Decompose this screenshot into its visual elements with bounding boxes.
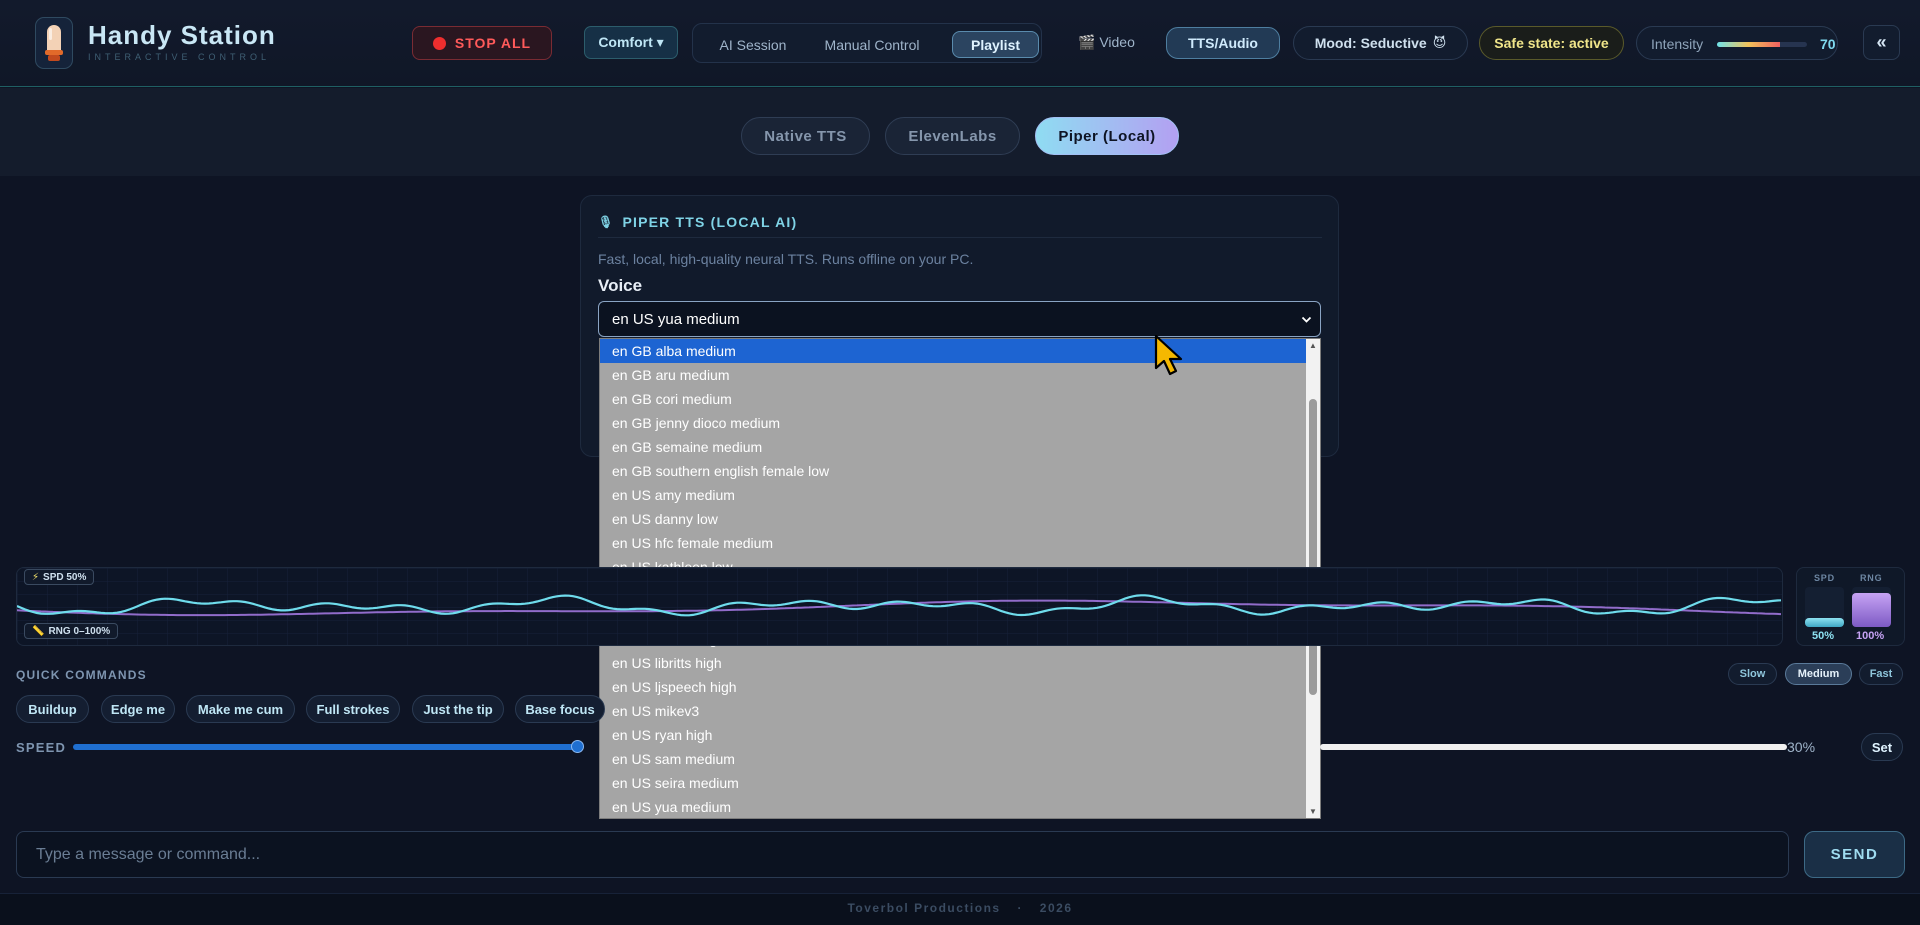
spd-meter-label: SPD [1814, 573, 1835, 583]
intensity-slider[interactable] [1717, 42, 1807, 47]
footer-separator: · [1017, 901, 1023, 915]
tab-elevenlabs[interactable]: ElevenLabs [885, 117, 1020, 155]
voice-option[interactable]: en US yua medium [600, 795, 1306, 819]
footer-year: 2026 [1039, 901, 1073, 915]
voice-option[interactable]: en GB jenny dioco medium [600, 411, 1306, 435]
voice-option[interactable]: en US sam medium [600, 747, 1306, 771]
quick-command-base-focus[interactable]: Base focus [515, 695, 605, 723]
app-title: Handy Station [88, 20, 276, 50]
speed-value: 30% [1787, 739, 1816, 755]
tab-ai-session[interactable]: AI Session [701, 31, 805, 58]
waveform-display [16, 567, 1783, 646]
stop-all-button[interactable]: STOP ALL [412, 26, 552, 60]
stop-all-label: STOP ALL [454, 35, 532, 51]
voice-select-value: en US yua medium [612, 310, 740, 328]
mode-tabs: AI Session Manual Control Playlist [692, 23, 1042, 63]
set-speed-button[interactable]: Set [1861, 733, 1903, 761]
comfort-dropdown[interactable]: Comfort ▾ [584, 26, 678, 59]
send-button[interactable]: SEND [1804, 831, 1905, 878]
speed-slider-track-right[interactable] [1320, 744, 1787, 750]
mouse-cursor-icon [1154, 334, 1183, 376]
tts-audio-button[interactable]: TTS/Audio [1166, 27, 1280, 59]
tab-playlist[interactable]: Playlist [952, 31, 1039, 58]
collapse-button[interactable]: « [1863, 25, 1900, 60]
mood-label: Mood: Seductive [1314, 35, 1427, 51]
intensity-value: 70 [1820, 36, 1836, 52]
video-button[interactable]: 🎬 Video [1078, 34, 1135, 51]
piper-description: Fast, local, high-quality neural TTS. Ru… [598, 251, 974, 267]
voice-option[interactable]: en GB aru medium [600, 363, 1306, 387]
tab-manual-control[interactable]: Manual Control [815, 31, 929, 58]
speed-preset-medium[interactable]: Medium [1785, 663, 1852, 685]
waveform-graph [17, 568, 1782, 645]
voice-option[interactable]: en US danny low [600, 507, 1306, 531]
voice-option[interactable]: en US amy medium [600, 483, 1306, 507]
footer-company: Toverbol Productions [847, 901, 1001, 915]
spd-meter-value: 50% [1812, 630, 1835, 642]
intensity-control[interactable]: Intensity 70 [1636, 26, 1838, 60]
spd-tag: ⚡ SPD 50% [24, 569, 95, 585]
speed-slider-track[interactable] [73, 744, 576, 750]
mood-indicator[interactable]: Mood: Seductive 😈 [1293, 26, 1468, 60]
voice-option[interactable]: en US seira medium [600, 771, 1306, 795]
scrollbar-thumb[interactable] [1309, 399, 1317, 695]
voice-option[interactable]: en US mikev3 [600, 699, 1306, 723]
voice-option[interactable]: en US hfc female medium [600, 531, 1306, 555]
voice-label: Voice [598, 276, 643, 295]
lightning-icon: ⚡ [32, 571, 40, 583]
speed-preset-fast[interactable]: Fast [1859, 663, 1903, 685]
app-logo-icon [45, 25, 63, 61]
quick-command-edge-me[interactable]: Edge me [101, 695, 175, 723]
microphone-icon: 🎙 [598, 215, 615, 229]
rng-tag-text: RNG 0–100% [48, 625, 111, 637]
chevron-down-icon [1301, 316, 1312, 323]
quick-command-just-the-tip[interactable]: Just the tip [412, 695, 504, 723]
voice-option[interactable]: en US ryan high [600, 723, 1306, 747]
safe-state-badge[interactable]: Safe state: active [1479, 26, 1624, 60]
rng-tag: 📏 RNG 0–100% [24, 623, 119, 639]
voice-option[interactable]: en US libritts high [600, 651, 1306, 675]
tab-native-tts[interactable]: Native TTS [741, 117, 870, 155]
speed-slider-thumb[interactable] [571, 740, 584, 753]
quick-command-make-me-cum[interactable]: Make me cum [186, 695, 295, 723]
message-input[interactable] [16, 831, 1789, 878]
voice-option[interactable]: en US ljspeech high [600, 675, 1306, 699]
piper-card-title: 🎙 PIPER TTS (LOCAL AI) [598, 214, 797, 230]
rng-meter-fill [1852, 593, 1891, 627]
devil-icon: 😈 [1432, 35, 1447, 50]
scroll-down-arrow-icon[interactable]: ▼ [1309, 807, 1317, 816]
piper-title-text: PIPER TTS (LOCAL AI) [622, 214, 798, 230]
voice-option[interactable]: en GB alba medium [600, 339, 1306, 363]
rng-meter-value: 100% [1856, 630, 1885, 642]
spd-meter [1805, 587, 1844, 627]
intensity-fill [1717, 42, 1780, 47]
quick-commands-label: QUICK COMMANDS [16, 668, 147, 682]
speed-label: SPEED [16, 740, 67, 755]
footer-credit: Toverbol Productions · 2026 [0, 901, 1920, 915]
card-divider [598, 237, 1322, 238]
spd-meter-fill [1805, 618, 1844, 627]
spd-tag-text: SPD 50% [43, 571, 87, 583]
scroll-up-arrow-icon[interactable]: ▲ [1309, 341, 1317, 350]
quick-command-full-strokes[interactable]: Full strokes [306, 695, 400, 723]
voice-option[interactable]: en GB semaine medium [600, 435, 1306, 459]
intensity-label: Intensity [1651, 36, 1704, 52]
voice-select[interactable]: en US yua medium [598, 301, 1321, 337]
app-subtitle: INTERACTIVE CONTROL [88, 52, 271, 62]
voice-option[interactable]: en GB southern english female low [600, 459, 1306, 483]
speed-preset-slow[interactable]: Slow [1728, 663, 1777, 685]
tab-piper-local[interactable]: Piper (Local) [1035, 117, 1179, 155]
rng-meter [1852, 587, 1891, 627]
app-logo [35, 17, 73, 69]
stop-icon [432, 36, 446, 50]
rng-meter-label: RNG [1860, 573, 1883, 583]
quick-command-buildup[interactable]: Buildup [16, 695, 89, 723]
voice-option[interactable]: en GB cori medium [600, 387, 1306, 411]
ruler-icon: 📏 [32, 625, 45, 637]
